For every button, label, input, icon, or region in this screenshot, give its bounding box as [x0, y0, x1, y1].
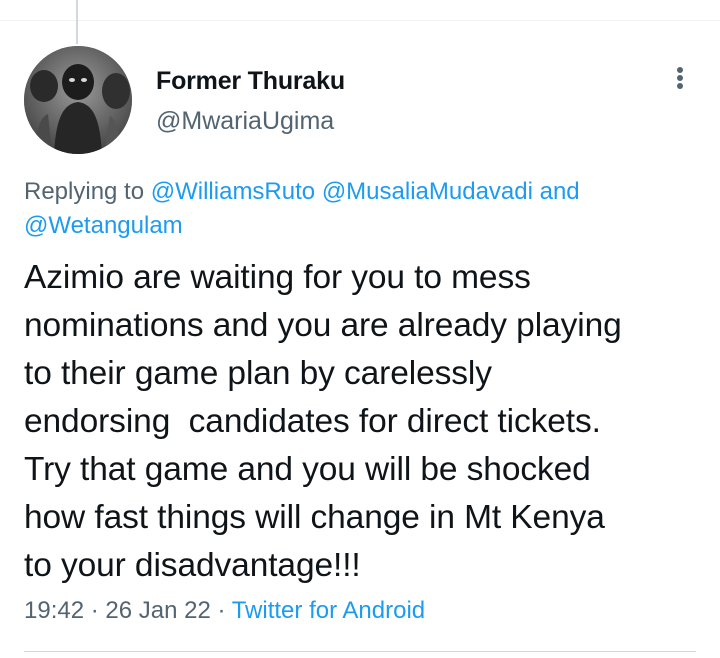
avatar-photo — [24, 46, 132, 154]
meta-separator: · — [84, 597, 106, 624]
author-display-name[interactable]: Former Thuraku — [156, 67, 345, 96]
tweet-time[interactable]: 19:42 — [24, 597, 84, 624]
tweet-text: Azimio are waiting for you to mess nomin… — [24, 259, 622, 584]
reply-prefix: Replying to — [24, 178, 151, 205]
reply-conjunction[interactable]: and — [533, 178, 580, 205]
author-handle[interactable]: @MwariaUgima — [156, 107, 334, 136]
bottom-divider — [24, 651, 696, 652]
thread-connector-line — [76, 0, 78, 44]
more-options-icon[interactable] — [662, 60, 698, 96]
tweet-source-link[interactable]: Twitter for Android — [232, 597, 425, 624]
mention-link[interactable]: @MusaliaMudavadi — [322, 178, 533, 205]
meta-separator: · — [210, 597, 232, 624]
mention-link[interactable]: @WilliamsRuto — [151, 178, 315, 205]
mention-link[interactable]: @Wetangulam — [24, 212, 183, 239]
more-dot — [677, 75, 683, 81]
more-dot — [677, 67, 683, 73]
mention-separator — [315, 178, 322, 205]
avatar[interactable] — [24, 46, 132, 154]
top-divider — [0, 20, 720, 21]
tweet-date[interactable]: 26 Jan 22 — [105, 597, 210, 624]
reply-context: Replying to @WilliamsRuto @MusaliaMudava… — [24, 175, 684, 243]
tweet-meta: 19:42 · 26 Jan 22 · Twitter for Android — [24, 597, 425, 625]
more-dot — [677, 83, 683, 89]
